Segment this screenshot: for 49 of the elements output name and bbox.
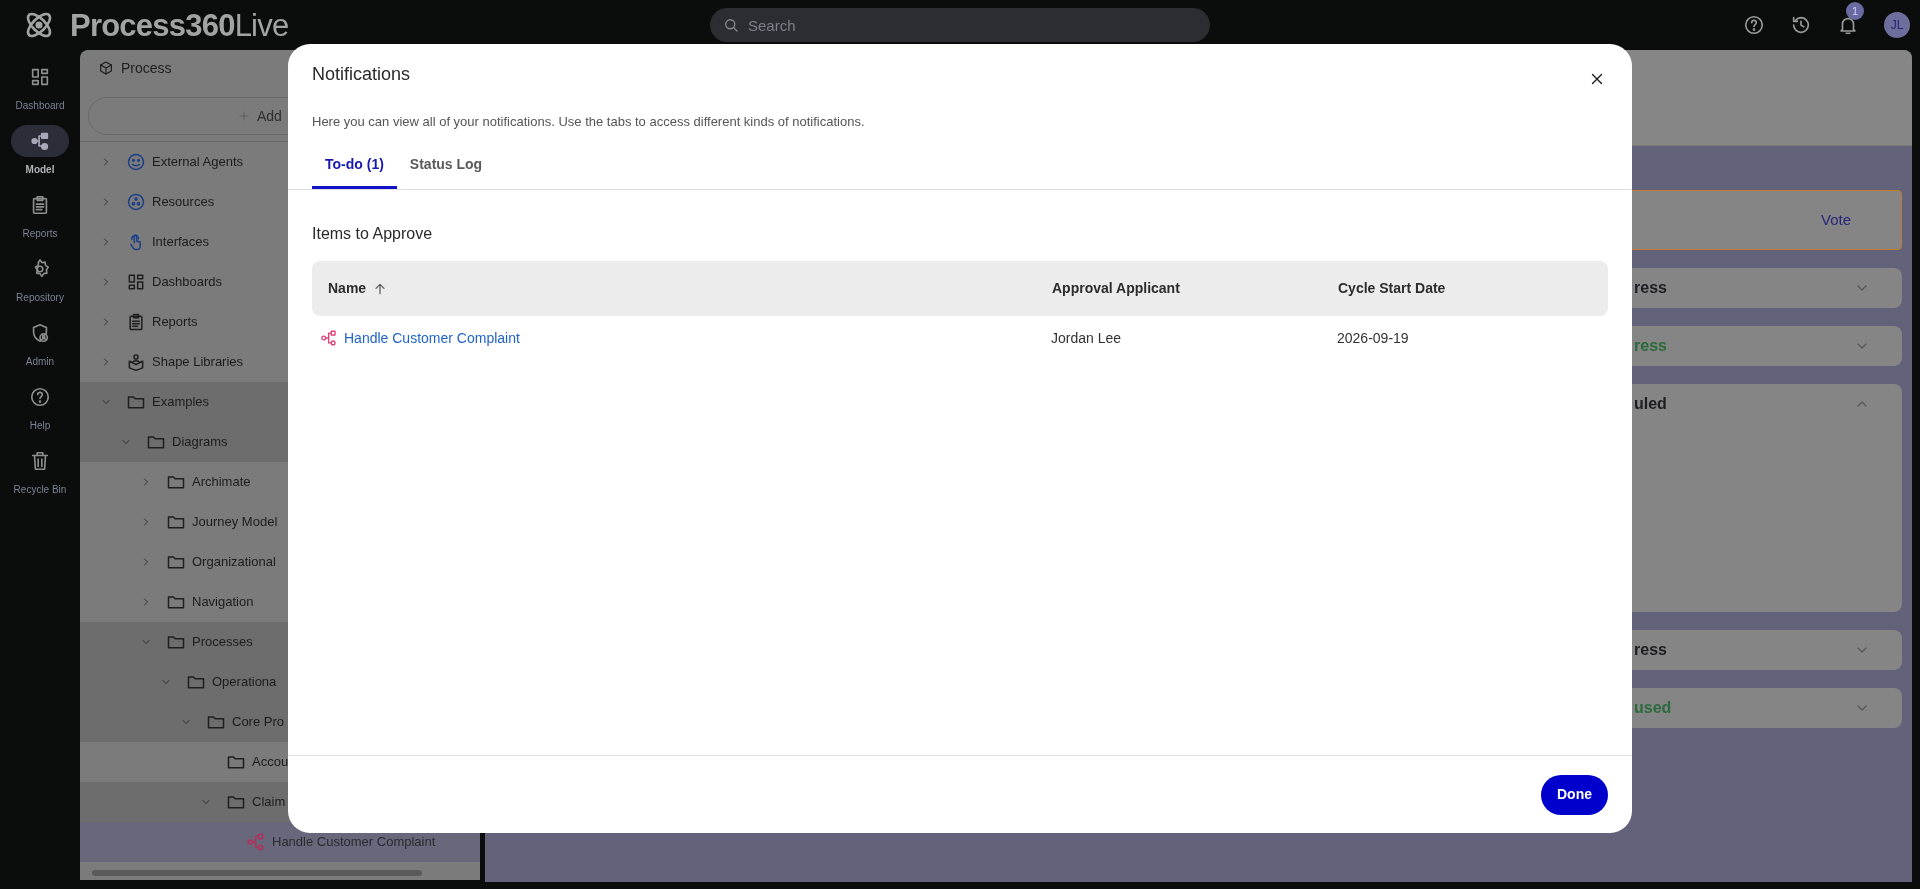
trash-icon	[29, 450, 51, 472]
panel-heading: ress	[1634, 278, 1667, 298]
help-icon[interactable]	[1743, 14, 1765, 36]
app-logo-text: Process360Live	[70, 9, 289, 41]
history-icon	[1790, 14, 1812, 36]
nav-item[interactable]: Repository	[0, 253, 80, 317]
nav-item[interactable]: Recycle Bin	[0, 445, 80, 509]
table-cell-text: Jordan Lee	[1051, 328, 1123, 348]
tree-item[interactable]: Accou	[80, 742, 480, 782]
vote-link[interactable]: Vote	[1820, 208, 1851, 232]
column-header[interactable]: Name	[328, 278, 389, 299]
tree-item[interactable]: Organizational	[80, 542, 480, 582]
table-cell-text: 2026-09-19	[1337, 328, 1410, 348]
panel-heading: ress	[1634, 640, 1667, 660]
package-icon	[126, 352, 146, 372]
nav-item[interactable]: Admin	[0, 317, 80, 381]
panel-heading: used	[1634, 698, 1672, 718]
done-button[interactable]: Done	[1541, 774, 1608, 815]
tree-item[interactable]: Journey Model	[80, 502, 480, 542]
search-field[interactable]: Search	[710, 8, 1210, 42]
cube-icon	[98, 60, 114, 76]
dots-circle-icon	[126, 192, 146, 212]
clipboard-icon	[126, 312, 146, 332]
nav-item[interactable]: Reports	[0, 189, 80, 253]
flow-icon	[246, 832, 266, 852]
user-avatar[interactable]: JL	[1884, 12, 1910, 38]
item-link[interactable]: Handle Customer Complaint	[344, 327, 520, 349]
panel-title: Process	[121, 58, 172, 78]
tree-item[interactable]: Navigation	[80, 582, 480, 622]
dashboard-icon	[126, 272, 146, 292]
nav-item[interactable]: Dashboard	[0, 61, 80, 125]
column-header[interactable]: Cycle Start Date	[1338, 278, 1446, 299]
panel-heading: ress	[1634, 336, 1667, 356]
tab[interactable]: To-do (1)	[312, 143, 397, 189]
scrollbar[interactable]	[92, 870, 422, 876]
help-icon	[29, 386, 51, 408]
search-icon	[722, 16, 740, 34]
flow-icon	[320, 329, 338, 347]
dashboard-icon	[29, 66, 51, 88]
notification-count: 1	[1846, 2, 1864, 20]
tree-item[interactable]: Archimate	[80, 462, 480, 502]
section-title: Items to Approve	[312, 224, 434, 244]
dialog-title: Notifications	[312, 63, 411, 86]
nav-item[interactable]: Model	[0, 125, 80, 189]
nav-item[interactable]: Help	[0, 381, 80, 445]
smiley-icon	[126, 152, 146, 172]
column-header[interactable]: Approval Applicant	[1052, 278, 1180, 299]
panel-heading: uled	[1634, 394, 1667, 414]
flow-icon	[29, 130, 51, 152]
